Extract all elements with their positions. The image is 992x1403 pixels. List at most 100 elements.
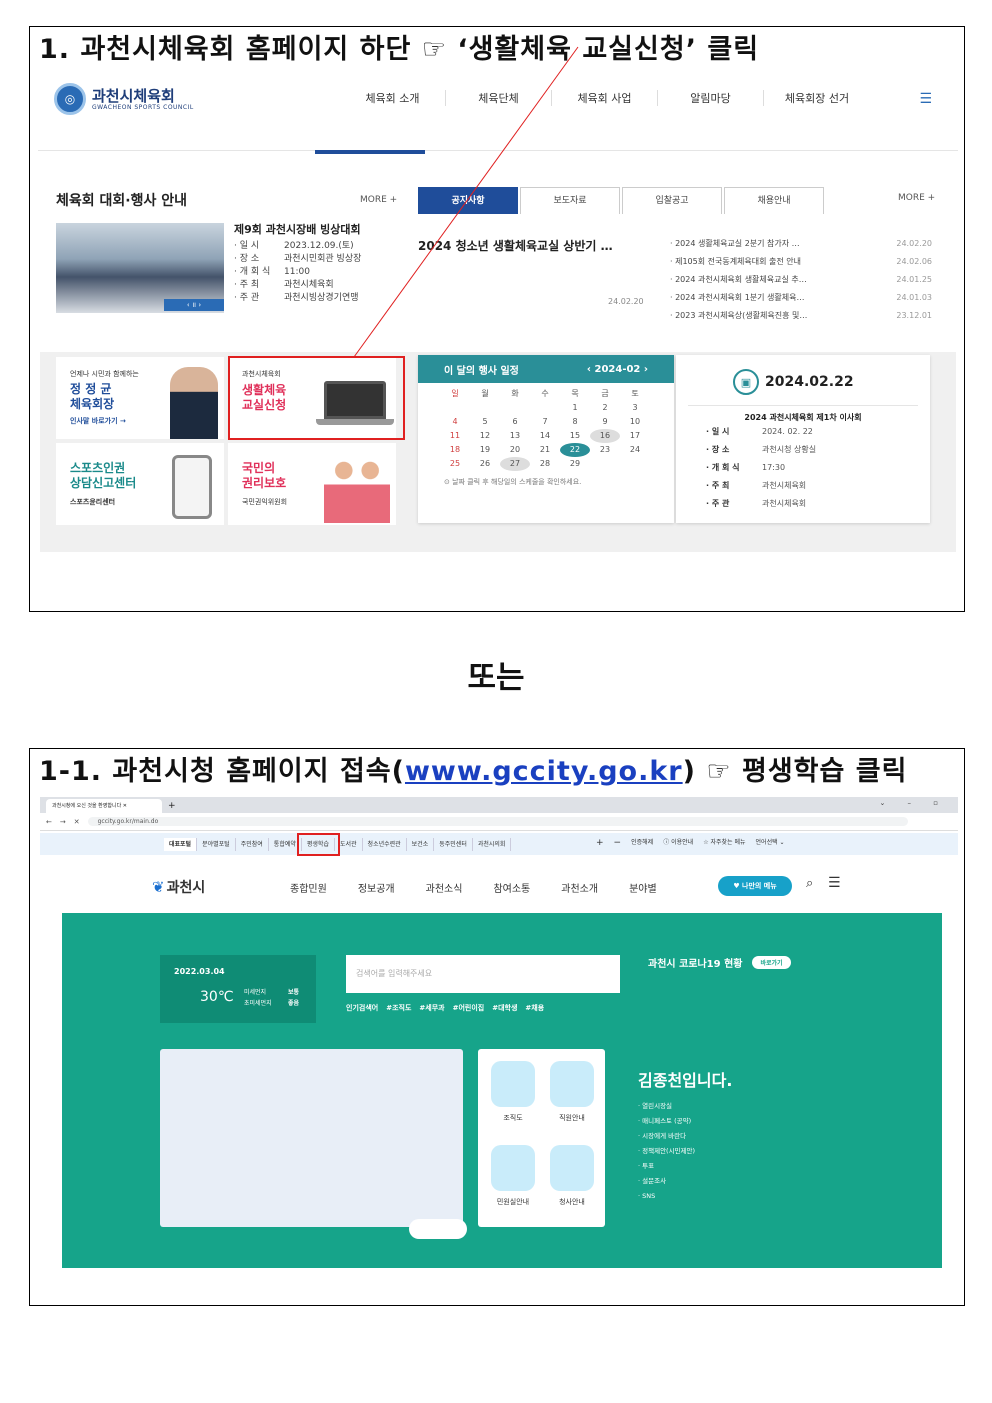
tab-bid[interactable]: 입찰공고 [622, 187, 722, 214]
hamburger-menu-icon[interactable]: ☰ [828, 875, 841, 891]
calendar-day[interactable]: 17 [620, 429, 650, 443]
calendar-day[interactable]: 3 [620, 401, 650, 415]
quick-link-community-center[interactable]: 동주민센터 [434, 838, 473, 851]
mayor-link[interactable]: · 투표 [638, 1159, 732, 1174]
calendar-day[interactable]: 19 [470, 443, 500, 457]
mayor-link[interactable]: · 정책제안(시민제안) [638, 1144, 732, 1159]
calendar-day[interactable]: 20 [500, 443, 530, 457]
mayor-link[interactable]: · 설문조사 [638, 1174, 732, 1189]
event-photo[interactable]: ‹ ॥ › [56, 223, 224, 313]
cert-release[interactable]: 인증해제 [631, 838, 653, 848]
quick-menu-org[interactable]: 조직도 [488, 1061, 538, 1123]
calendar-day[interactable]: 21 [530, 443, 560, 457]
calendar-day[interactable]: 9 [590, 415, 620, 429]
calendar-day[interactable]: 29 [560, 457, 590, 471]
event-title[interactable]: 제9회 과천시장배 빙상대회 [234, 223, 361, 236]
nav-item-fields[interactable]: 분야별 [629, 880, 657, 895]
calendar-day[interactable]: 11 [440, 429, 470, 443]
quick-menu-staff[interactable]: 직원안내 [547, 1061, 597, 1123]
list-item[interactable]: · 2023 과천시체육상(생활체육진흥 및… 23.12.01 [670, 307, 932, 325]
tag-link[interactable]: #대학생 [492, 1003, 517, 1013]
calendar-day[interactable]: 25 [440, 457, 470, 471]
tag-link[interactable]: #채용 [525, 1003, 544, 1013]
banner-slider[interactable] [160, 1049, 463, 1227]
zoom-out-icon[interactable]: − [614, 838, 622, 848]
city-logo[interactable]: ❦ 과천시 [152, 877, 205, 897]
nav-item-info[interactable]: 정보공개 [358, 880, 395, 895]
calendar-day[interactable]: 1 [560, 401, 590, 415]
language-select[interactable]: 언어선택 ⌄ [756, 838, 785, 848]
events-more-link[interactable]: MORE + [360, 195, 397, 205]
calendar-day[interactable]: 6 [500, 415, 530, 429]
list-item[interactable]: · 2024 과천시체육회 1분기 생활체육… 24.01.03 [670, 289, 932, 307]
calendar-day[interactable]: 12 [470, 429, 500, 443]
list-item[interactable]: · 2024 생활체육교실 2분기 참가자 … 24.02.20 [670, 235, 932, 253]
zoom-in-icon[interactable]: + [596, 838, 604, 848]
new-tab-icon[interactable]: + [168, 799, 176, 813]
nav-item-business[interactable]: 체육회 사업 [552, 90, 658, 106]
quick-link-health-center[interactable]: 보건소 [407, 838, 435, 851]
calendar-day[interactable]: 22 [560, 443, 590, 457]
quick-link-library[interactable]: 도서관 [335, 838, 363, 851]
url-field[interactable]: gccity.go.kr/main.do [87, 817, 908, 826]
calendar-day[interactable]: 27 [500, 457, 530, 471]
quick-link-portal[interactable]: 대표포털 [164, 838, 198, 851]
forward-icon[interactable]: → [60, 818, 66, 826]
quick-menu-civil-office[interactable]: 민원실안내 [488, 1145, 538, 1207]
nav-item-participation[interactable]: 참여소통 [493, 880, 530, 895]
covid-goto-button[interactable]: 바로가기 [752, 956, 791, 969]
calendar-day[interactable]: 7 [530, 415, 560, 429]
tag-link[interactable]: #어린이집 [453, 1003, 485, 1013]
calendar-day[interactable]: 28 [530, 457, 560, 471]
nav-item-civil[interactable]: 종합민원 [290, 880, 327, 895]
calendar-day[interactable]: 15 [560, 429, 590, 443]
search-icon[interactable]: ⌕ [806, 876, 813, 891]
nav-item-election[interactable]: 체육회장 선거 [764, 90, 870, 106]
window-controls[interactable]: ⌄ – ▫ [879, 799, 948, 807]
mayor-link[interactable]: · 매니페스토 (공약) [638, 1114, 732, 1129]
favorite-menu[interactable]: ☆ 자주찾는 메뉴 [703, 838, 745, 848]
tile-human-rights-center[interactable]: 스포츠인권 상담신고센터 스포츠윤리센터 [56, 443, 224, 525]
quick-link-youth-center[interactable]: 청소년수련관 [363, 838, 407, 851]
quick-link-participation[interactable]: 주민참여 [236, 838, 269, 851]
tag-link[interactable]: #세무과 [419, 1003, 444, 1013]
list-item[interactable]: · 제105회 전국동계체육대회 출전 안내 24.02.06 [670, 253, 932, 271]
nav-item-notice[interactable]: 알림마당 [658, 90, 764, 106]
quick-link-lifelong-learning[interactable]: 평생학습 [296, 833, 340, 856]
quick-link-council[interactable]: 과천시의회 [473, 838, 512, 851]
nav-item-about[interactable]: 체육회 소개 [340, 90, 446, 106]
calendar-day[interactable]: 26 [470, 457, 500, 471]
calendar-month-nav[interactable]: ‹ 2024-02 › [587, 364, 648, 375]
sports-council-logo[interactable]: ◎ 과천시체육회 GWACHEON SPORTS COUNCIL [54, 83, 194, 115]
notice-headline[interactable]: 2024 청소년 생활체육교실 상반기 … [418, 237, 613, 254]
nav-item-intro[interactable]: 과천소개 [561, 880, 598, 895]
calendar-day[interactable]: 10 [620, 415, 650, 429]
calendar-day[interactable]: 18 [440, 443, 470, 457]
calendar-day[interactable]: 24 [620, 443, 650, 457]
calendar-day[interactable]: 14 [530, 429, 560, 443]
my-menu-button[interactable]: ♥ 나만의 메뉴 [718, 876, 792, 896]
search-input[interactable]: 검색어를 입력해주세요 [346, 955, 620, 993]
slider-control[interactable] [409, 1219, 467, 1239]
usage-guide[interactable]: ⓘ 이용안내 [663, 838, 693, 848]
calendar-day[interactable]: 16 [590, 429, 620, 443]
mayor-link[interactable]: · 열린시장실 [638, 1099, 732, 1114]
slide-controls[interactable]: ‹ ॥ › [164, 299, 224, 311]
city-url-link[interactable]: www.gccity.go.kr [405, 756, 683, 787]
nav-item-groups[interactable]: 체육단체 [446, 90, 552, 106]
tile-president[interactable]: 언제나 시민과 함께하는 정 정 균 체육회장 인사말 바로가기 → [56, 357, 224, 439]
tab-press[interactable]: 보도자료 [520, 187, 620, 214]
browser-tab[interactable]: 과천시청에 오신 것을 환영합니다 ✕ [46, 799, 162, 813]
close-icon[interactable]: ✕ [74, 818, 80, 826]
notice-more-link[interactable]: MORE + [898, 193, 935, 203]
calendar-day[interactable]: 13 [500, 429, 530, 443]
calendar-day[interactable]: 4 [440, 415, 470, 429]
mayor-link[interactable]: · 시장에게 바란다 [638, 1129, 732, 1144]
calendar-day[interactable]: 5 [470, 415, 500, 429]
calendar-day[interactable]: 2 [590, 401, 620, 415]
tab-recruit[interactable]: 채용안내 [724, 187, 824, 214]
back-icon[interactable]: ← [46, 818, 52, 826]
tag-link[interactable]: #조직도 [386, 1003, 411, 1013]
nav-item-news[interactable]: 과천소식 [426, 880, 463, 895]
calendar-day[interactable]: 8 [560, 415, 590, 429]
